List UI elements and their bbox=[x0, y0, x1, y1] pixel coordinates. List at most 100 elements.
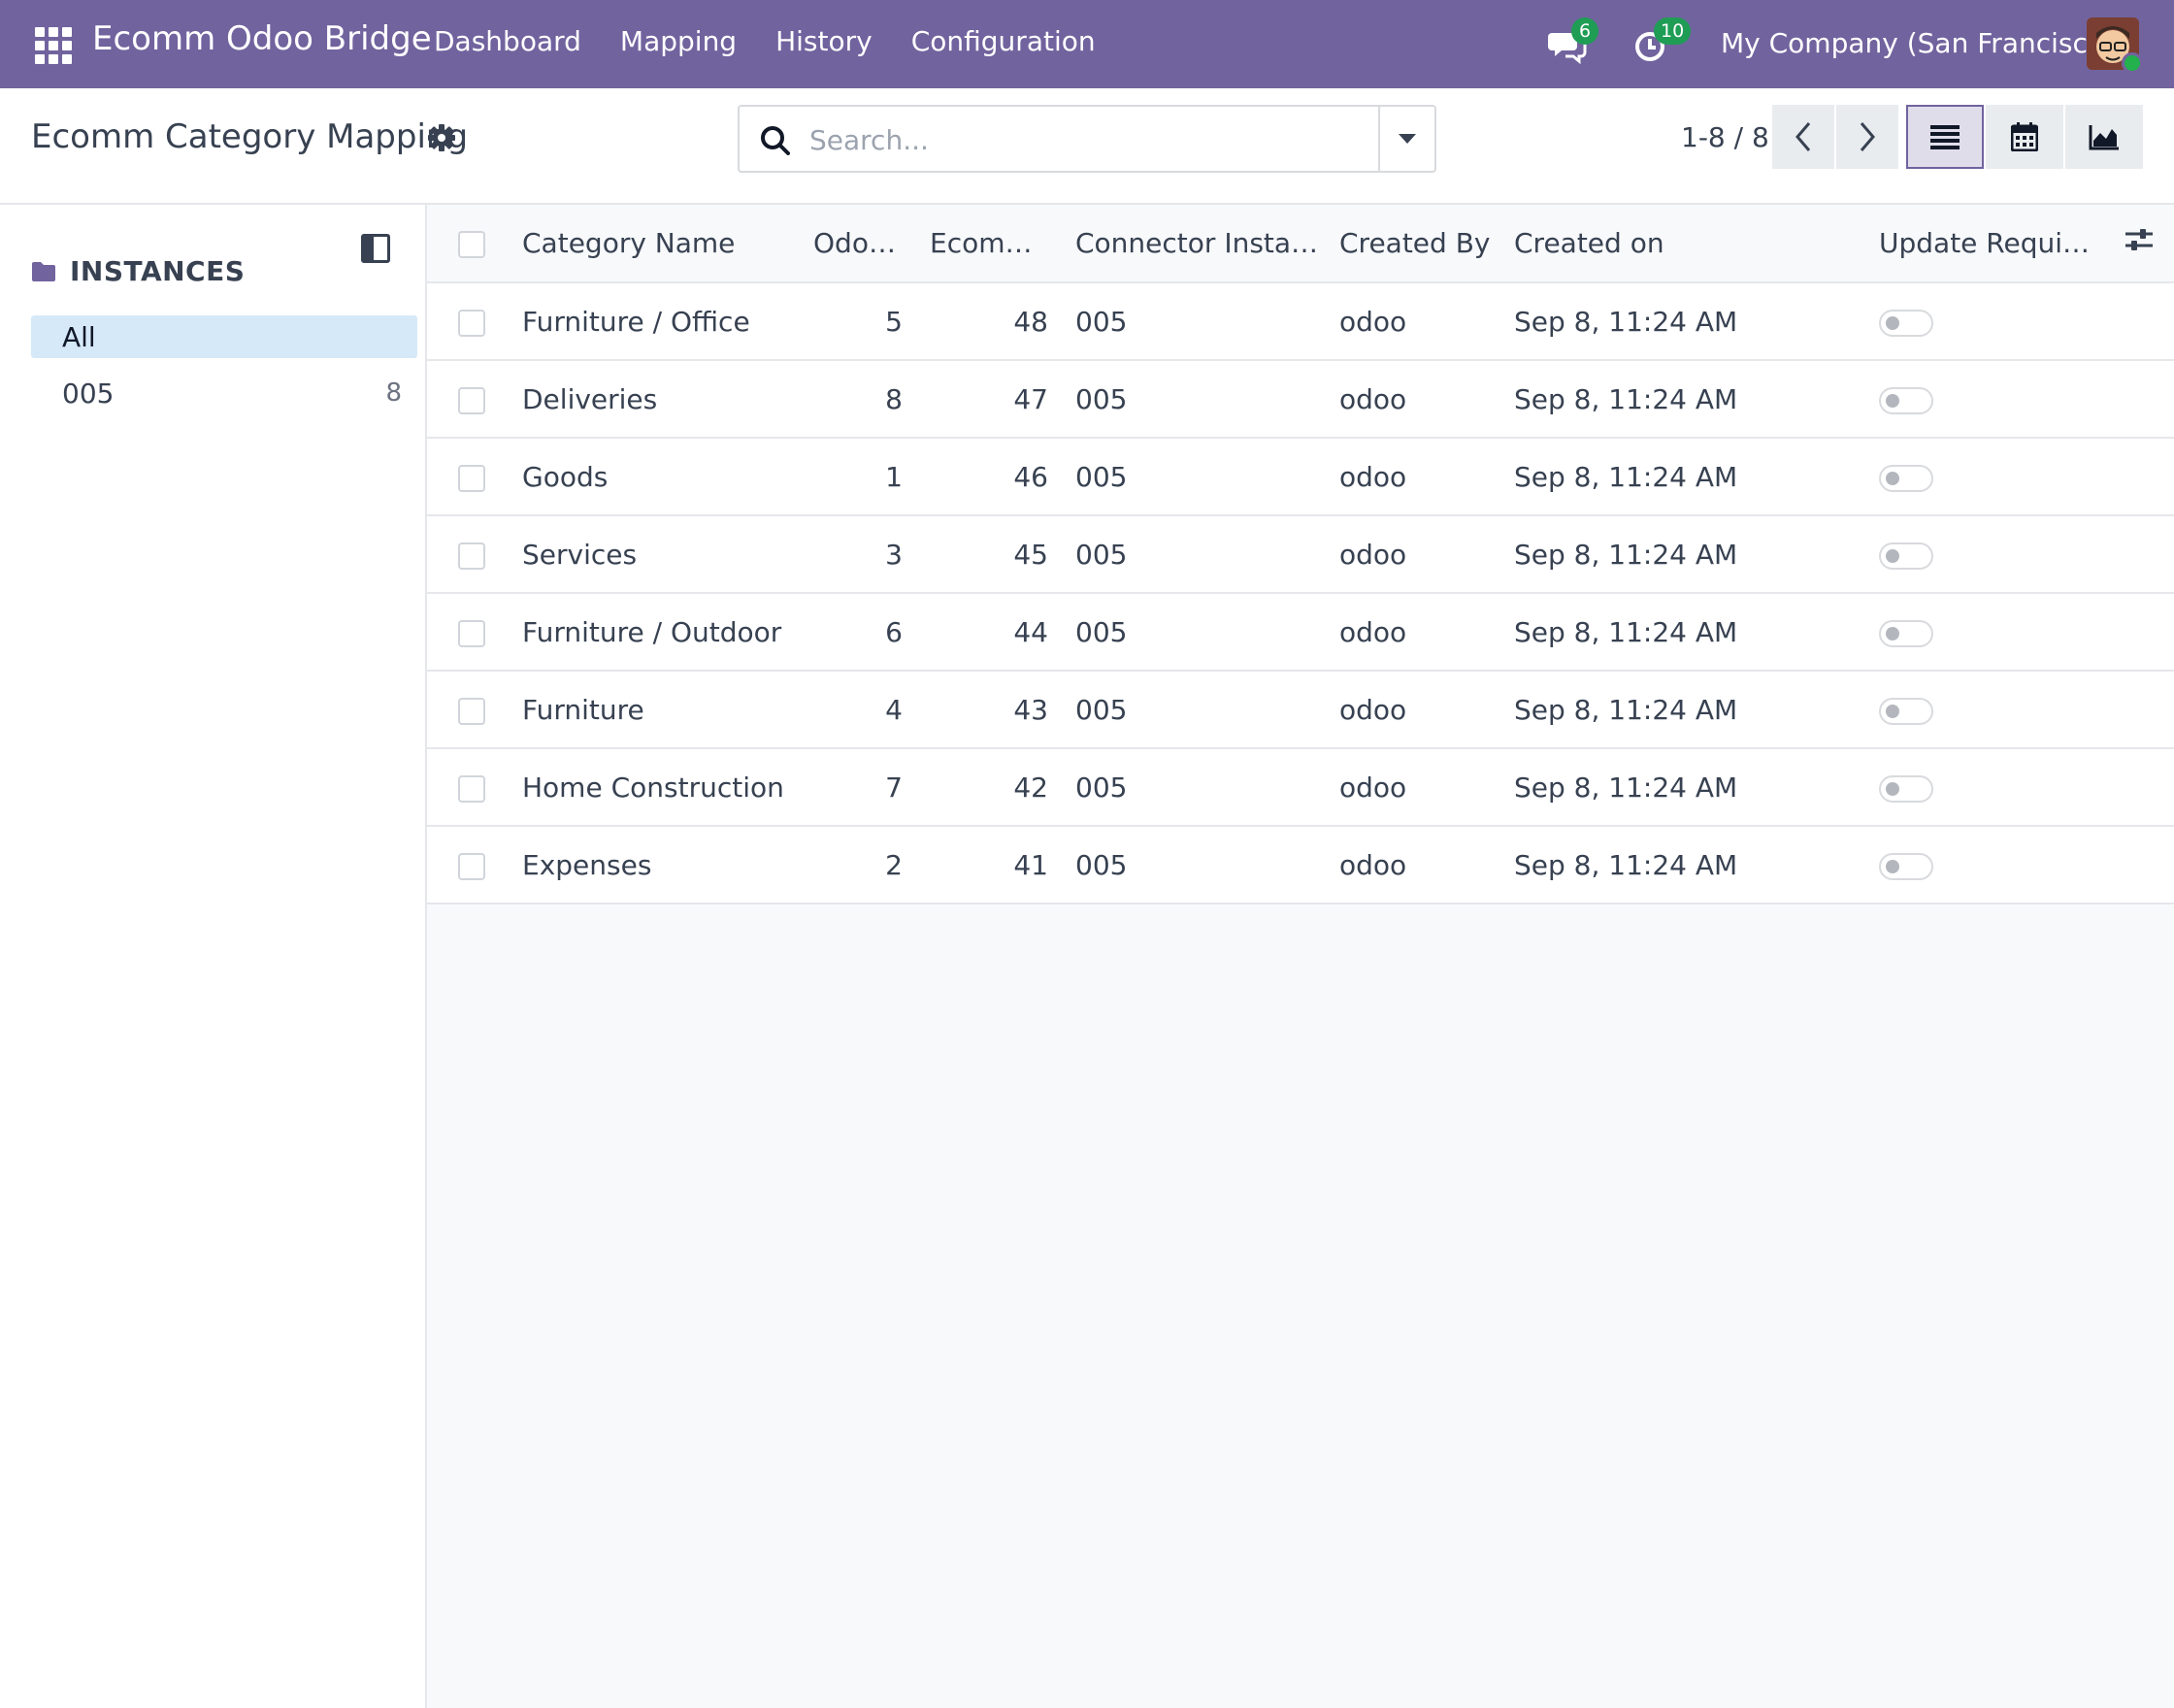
cell-category-name[interactable]: Furniture / Office bbox=[514, 282, 806, 361]
cell-category-name[interactable]: Goods bbox=[514, 438, 806, 516]
cell-ecomm-id[interactable]: 46 bbox=[922, 438, 1068, 516]
cell-created-on[interactable]: Sep 8, 11:24 AM bbox=[1506, 748, 1871, 827]
update-required-toggle[interactable] bbox=[1879, 697, 1933, 725]
cell-created-on[interactable]: Sep 8, 11:24 AM bbox=[1506, 515, 1871, 594]
cell-created-on[interactable]: Sep 8, 11:24 AM bbox=[1506, 282, 1871, 361]
table-row[interactable]: Goods 1 46 005 odoo Sep 8, 11:24 AM bbox=[427, 438, 2174, 516]
cell-ecomm-id[interactable]: 43 bbox=[922, 671, 1068, 749]
table-row[interactable]: Home Construction 7 42 005 odoo Sep 8, 11:24 … bbox=[427, 748, 2174, 827]
pager-next-button[interactable] bbox=[1836, 105, 1898, 169]
cell-odoo-id[interactable]: 5 bbox=[806, 282, 922, 361]
row-checkbox[interactable] bbox=[458, 309, 485, 337]
cell-created-by[interactable]: odoo bbox=[1332, 360, 1506, 439]
cell-connector-instance[interactable]: 005 bbox=[1068, 671, 1332, 749]
column-header-odoo-id[interactable]: Odoo Id bbox=[806, 205, 922, 283]
row-checkbox[interactable] bbox=[458, 619, 485, 647]
table-row[interactable]: Furniture 4 43 005 odoo Sep 8, 11:24 AM bbox=[427, 671, 2174, 749]
cell-created-by[interactable]: odoo bbox=[1332, 671, 1506, 749]
row-checkbox[interactable] bbox=[458, 774, 485, 803]
search-input[interactable] bbox=[809, 116, 1372, 163]
apps-grid-icon[interactable] bbox=[33, 25, 72, 64]
list-view-button[interactable] bbox=[1906, 105, 1984, 169]
update-required-toggle[interactable] bbox=[1879, 774, 1933, 803]
cell-created-on[interactable]: Sep 8, 11:24 AM bbox=[1506, 360, 1871, 439]
cell-connector-instance[interactable]: 005 bbox=[1068, 826, 1332, 904]
update-required-toggle[interactable] bbox=[1879, 852, 1933, 880]
cell-created-on[interactable]: Sep 8, 11:24 AM bbox=[1506, 826, 1871, 904]
menu-item-dashboard[interactable]: Dashboard bbox=[434, 25, 581, 57]
cell-category-name[interactable]: Furniture bbox=[514, 671, 806, 749]
graph-view-button[interactable] bbox=[2065, 105, 2143, 169]
cell-odoo-id[interactable]: 2 bbox=[806, 826, 922, 904]
cell-created-on[interactable]: Sep 8, 11:24 AM bbox=[1506, 671, 1871, 749]
update-required-toggle[interactable] bbox=[1879, 464, 1933, 492]
column-header-category-name[interactable]: Category Name bbox=[514, 205, 806, 283]
column-header-connector-instance[interactable]: Connector Instance bbox=[1068, 205, 1332, 283]
cell-ecomm-id[interactable]: 44 bbox=[922, 593, 1068, 672]
row-checkbox[interactable] bbox=[458, 697, 485, 725]
column-header-ecomm-id[interactable]: Ecomm Id bbox=[922, 205, 1068, 283]
column-header-created-by[interactable]: Created By bbox=[1332, 205, 1506, 283]
cell-created-by[interactable]: odoo bbox=[1332, 282, 1506, 361]
cell-odoo-id[interactable]: 8 bbox=[806, 360, 922, 439]
cell-odoo-id[interactable]: 6 bbox=[806, 593, 922, 672]
cell-ecomm-id[interactable]: 41 bbox=[922, 826, 1068, 904]
sidebar-item-all[interactable]: All bbox=[31, 315, 417, 358]
sidebar-toggle-icon[interactable] bbox=[361, 234, 390, 263]
cell-created-on[interactable]: Sep 8, 11:24 AM bbox=[1506, 593, 1871, 672]
cell-connector-instance[interactable]: 005 bbox=[1068, 515, 1332, 594]
chat-icon[interactable]: 6 bbox=[1548, 17, 1598, 65]
row-checkbox[interactable] bbox=[458, 852, 485, 880]
select-all-checkbox[interactable] bbox=[458, 231, 485, 258]
cell-connector-instance[interactable]: 005 bbox=[1068, 593, 1332, 672]
column-header-update-required[interactable]: Update Requir... bbox=[1871, 205, 2104, 283]
sidebar-item-005[interactable]: 005 8 bbox=[31, 372, 417, 414]
clock-icon[interactable]: 10 bbox=[1630, 17, 1692, 64]
cell-ecomm-id[interactable]: 47 bbox=[922, 360, 1068, 439]
cell-category-name[interactable]: Expenses bbox=[514, 826, 806, 904]
menu-item-mapping[interactable]: Mapping bbox=[620, 25, 737, 57]
table-row[interactable]: Expenses 2 41 005 odoo Sep 8, 11:24 AM bbox=[427, 826, 2174, 904]
calendar-view-button[interactable] bbox=[1986, 105, 2063, 169]
cell-created-by[interactable]: odoo bbox=[1332, 593, 1506, 672]
cell-connector-instance[interactable]: 005 bbox=[1068, 748, 1332, 827]
cell-connector-instance[interactable]: 005 bbox=[1068, 438, 1332, 516]
cell-created-by[interactable]: odoo bbox=[1332, 515, 1506, 594]
pager-value[interactable]: 1-8 / 8 bbox=[1681, 121, 1769, 153]
row-checkbox[interactable] bbox=[458, 386, 485, 414]
gear-icon[interactable] bbox=[427, 123, 456, 152]
cell-connector-instance[interactable]: 005 bbox=[1068, 360, 1332, 439]
optional-columns-button[interactable] bbox=[2104, 205, 2174, 283]
table-row[interactable]: Furniture / Office 5 48 005 odoo Sep 8, 11:24… bbox=[427, 282, 2174, 361]
row-checkbox[interactable] bbox=[458, 464, 485, 492]
table-row[interactable]: Services 3 45 005 odoo Sep 8, 11:24 AM bbox=[427, 515, 2174, 594]
cell-odoo-id[interactable]: 1 bbox=[806, 438, 922, 516]
table-row[interactable]: Furniture / Outdoor 6 44 005 odoo Sep 8, 11:2… bbox=[427, 593, 2174, 672]
cell-created-by[interactable]: odoo bbox=[1332, 438, 1506, 516]
cell-category-name[interactable]: Furniture / Outdoor bbox=[514, 593, 806, 672]
cell-odoo-id[interactable]: 4 bbox=[806, 671, 922, 749]
cell-category-name[interactable]: Home Construction bbox=[514, 748, 806, 827]
menu-item-configuration[interactable]: Configuration bbox=[911, 25, 1096, 57]
pager-previous-button[interactable] bbox=[1772, 105, 1834, 169]
cell-category-name[interactable]: Deliveries bbox=[514, 360, 806, 439]
update-required-toggle[interactable] bbox=[1879, 542, 1933, 570]
column-header-created-on[interactable]: Created on bbox=[1506, 205, 1871, 283]
table-row[interactable]: Deliveries 8 47 005 odoo Sep 8, 11:24 AM bbox=[427, 360, 2174, 439]
cell-created-on[interactable]: Sep 8, 11:24 AM bbox=[1506, 438, 1871, 516]
cell-odoo-id[interactable]: 3 bbox=[806, 515, 922, 594]
cell-category-name[interactable]: Services bbox=[514, 515, 806, 594]
cell-ecomm-id[interactable]: 48 bbox=[922, 282, 1068, 361]
update-required-toggle[interactable] bbox=[1879, 386, 1933, 414]
menu-item-history[interactable]: History bbox=[775, 25, 873, 57]
app-brand[interactable]: Ecomm Odoo Bridge bbox=[92, 19, 432, 58]
cell-odoo-id[interactable]: 7 bbox=[806, 748, 922, 827]
cell-connector-instance[interactable]: 005 bbox=[1068, 282, 1332, 361]
company-switcher[interactable]: My Company (San Francisco) bbox=[1721, 27, 2115, 59]
row-checkbox[interactable] bbox=[458, 542, 485, 570]
update-required-toggle[interactable] bbox=[1879, 309, 1933, 337]
search-options-toggle[interactable] bbox=[1378, 107, 1434, 171]
cell-created-by[interactable]: odoo bbox=[1332, 748, 1506, 827]
update-required-toggle[interactable] bbox=[1879, 619, 1933, 647]
cell-ecomm-id[interactable]: 42 bbox=[922, 748, 1068, 827]
